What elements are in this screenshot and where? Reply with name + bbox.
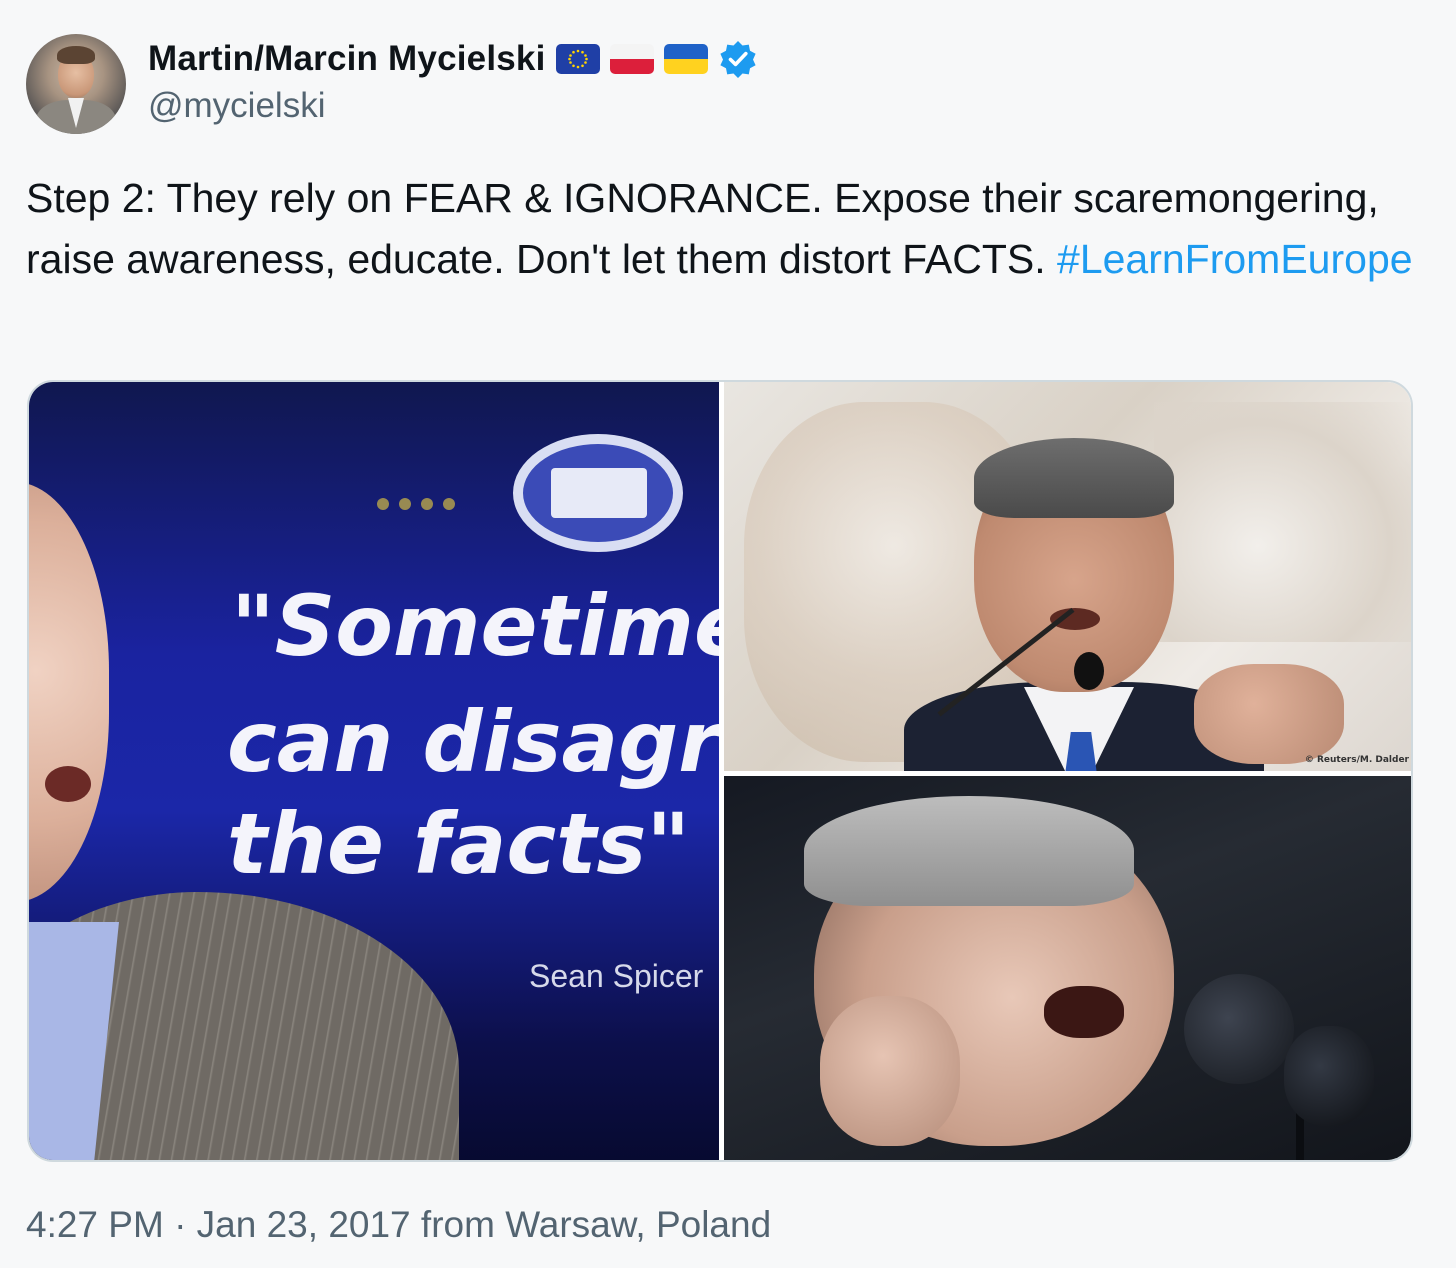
media-image-left[interactable]: "Sometime can disagre the facts" Sean Sp… [29,382,719,1160]
quote-attribution: Sean Spicer [529,958,704,994]
media-grid: "Sometime can disagre the facts" Sean Sp… [27,380,1413,1162]
speaker-fist [820,996,960,1146]
eagle-wing-relief [1154,402,1411,642]
eu-flag-icon [555,44,600,74]
tweet: Martin/Marcin Mycielski @mycielski Step … [0,0,1456,1268]
avatar[interactable] [26,34,126,134]
speaker-head [29,482,109,902]
quote-line-2: can disagre [227,693,719,791]
quote-line-1: "Sometime [231,577,719,675]
speaker-mouth [45,766,91,802]
photo-credit: © Reuters/M. Dalder [1304,755,1409,765]
media-image-bottom-right[interactable] [724,776,1411,1160]
display-name[interactable]: Martin/Marcin Mycielski [148,39,546,79]
verified-badge-icon[interactable] [718,39,758,79]
tweet-text: Step 2: They rely on FEAR & IGNORANCE. E… [26,168,1426,290]
avatar-hair [57,46,95,64]
quote-line-3: the facts" [227,795,691,893]
hashtag-link[interactable]: #LearnFromEurope [1057,236,1413,282]
ukraine-flag-icon [663,44,708,74]
speaker-hair [974,438,1174,518]
author-handle[interactable]: @mycielski [148,86,325,126]
speaker-mouth [1044,986,1124,1038]
poland-flag-icon [609,44,654,74]
microphone-icon [1184,974,1294,1084]
author-name-row: Martin/Marcin Mycielski [148,38,758,80]
microphone-icon [1284,1026,1374,1126]
speaker-hair [804,796,1134,906]
white-house-seal-icon [513,434,683,552]
media-image-top-right[interactable]: © Reuters/M. Dalder [724,382,1411,771]
tweet-timestamp[interactable]: 4:27 PM · Jan 23, 2017 from Warsaw, Pola… [26,1204,771,1246]
speaker-hand [1194,664,1344,764]
decorative-dots [377,498,455,510]
microphone-icon [1074,652,1104,690]
